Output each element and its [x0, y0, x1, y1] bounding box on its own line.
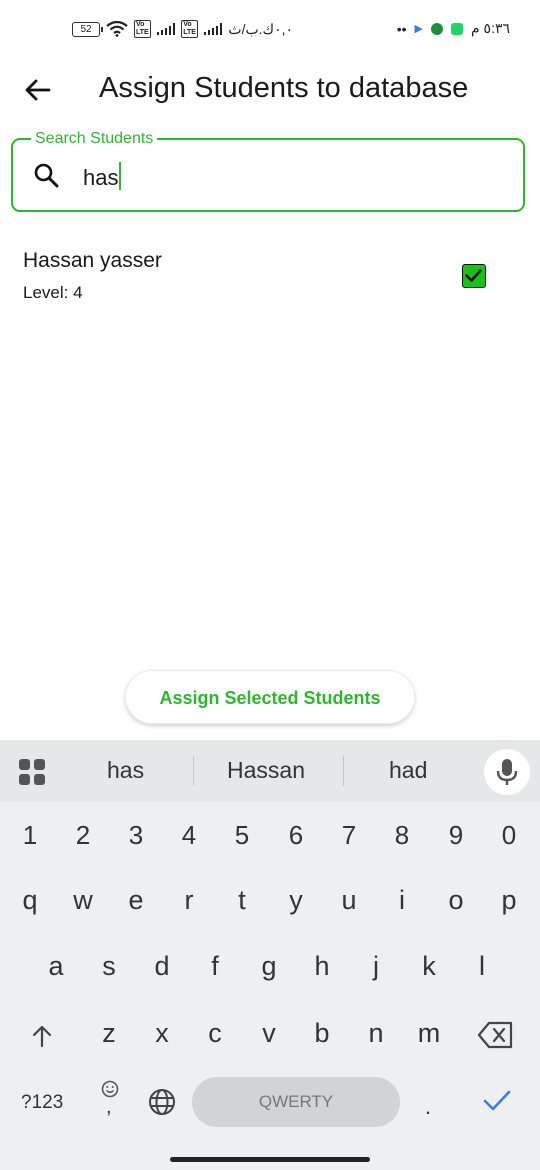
- key-2[interactable]: 2: [58, 820, 108, 851]
- navigation-handle[interactable]: [170, 1157, 370, 1162]
- key-d[interactable]: d: [137, 951, 187, 982]
- shift-icon[interactable]: [27, 1021, 57, 1051]
- key-i[interactable]: i: [377, 885, 427, 916]
- network-speed: ٠,٠ك.ب/ث: [228, 20, 294, 37]
- key-b[interactable]: b: [297, 1018, 347, 1049]
- key-8[interactable]: 8: [377, 820, 427, 851]
- letter-row-1: q w e r t y u i o p: [0, 871, 540, 931]
- key-j[interactable]: j: [351, 951, 401, 982]
- key-n[interactable]: n: [351, 1018, 401, 1049]
- search-input[interactable]: Search Students has: [11, 130, 525, 212]
- comma-key[interactable]: ,: [106, 1096, 112, 1119]
- key-x[interactable]: x: [137, 1018, 187, 1049]
- key-1[interactable]: 1: [5, 820, 55, 851]
- suggestion-divider: [343, 756, 344, 786]
- student-checkbox[interactable]: [462, 264, 486, 288]
- key-t[interactable]: t: [217, 885, 267, 916]
- key-6[interactable]: 6: [271, 820, 321, 851]
- key-w[interactable]: w: [58, 885, 108, 916]
- suggestion-bar: has Hassan had: [0, 740, 540, 802]
- key-f[interactable]: f: [190, 951, 240, 982]
- key-c[interactable]: c: [190, 1018, 240, 1049]
- key-0[interactable]: 0: [484, 820, 534, 851]
- key-5[interactable]: 5: [217, 820, 267, 851]
- list-item[interactable]: Hassan yasser Level: 4: [0, 240, 540, 320]
- period-key[interactable]: .: [425, 1094, 431, 1120]
- student-name: Hassan yasser: [23, 249, 162, 272]
- volte-icon: Vo LTE: [134, 20, 151, 38]
- key-v[interactable]: v: [244, 1018, 294, 1049]
- key-s[interactable]: s: [84, 951, 134, 982]
- volte-icon: Vo LTE: [181, 20, 198, 38]
- arrow-left-icon[interactable]: [22, 74, 54, 106]
- app-notification-icon: [430, 22, 443, 35]
- signal-icon: [203, 23, 223, 35]
- whatsapp-icon: [450, 22, 463, 35]
- key-r[interactable]: r: [164, 885, 214, 916]
- key-y[interactable]: y: [271, 885, 321, 916]
- assign-selected-button[interactable]: Assign Selected Students: [125, 670, 415, 724]
- keyboard-apps-icon[interactable]: [18, 758, 46, 786]
- key-z[interactable]: z: [84, 1018, 134, 1049]
- wifi-icon: [106, 21, 128, 37]
- signal-icon: [156, 23, 176, 35]
- key-u[interactable]: u: [324, 885, 374, 916]
- suggestion-divider: [193, 756, 194, 786]
- key-k[interactable]: k: [404, 951, 454, 982]
- text-cursor: [119, 162, 122, 190]
- suggestion-3[interactable]: had: [389, 757, 427, 784]
- page-title: Assign Students to database: [99, 72, 469, 104]
- battery-icon: 52: [72, 21, 103, 37]
- search-icon: [34, 163, 59, 188]
- key-4[interactable]: 4: [164, 820, 214, 851]
- letter-row-2: a s d f g h j k l: [0, 937, 540, 997]
- key-m[interactable]: m: [404, 1018, 454, 1049]
- on-screen-keyboard: has Hassan had 1 2 3 4 5 6 7 8 9 0 q w e…: [0, 740, 540, 1170]
- globe-icon[interactable]: [148, 1088, 176, 1116]
- backspace-icon[interactable]: [477, 1020, 515, 1050]
- clock: ٥:٣٦ م: [470, 20, 510, 36]
- key-p[interactable]: p: [484, 885, 534, 916]
- suggestion-1[interactable]: has: [107, 757, 144, 784]
- suggestion-2[interactable]: Hassan: [227, 757, 305, 784]
- mic-button[interactable]: [484, 749, 530, 795]
- key-a[interactable]: a: [31, 951, 81, 982]
- app-bar: Assign Students to database: [0, 62, 540, 118]
- key-o[interactable]: o: [431, 885, 481, 916]
- key-q[interactable]: q: [5, 885, 55, 916]
- key-g[interactable]: g: [244, 951, 294, 982]
- letter-row-3: z x c v b n m: [0, 1004, 540, 1064]
- search-label: Search Students: [31, 130, 158, 148]
- key-h[interactable]: h: [297, 951, 347, 982]
- key-l[interactable]: l: [457, 951, 507, 982]
- student-level: Level: 4: [23, 283, 83, 302]
- check-icon: [465, 269, 482, 282]
- key-e[interactable]: e: [111, 885, 161, 916]
- key-9[interactable]: 9: [431, 820, 481, 851]
- space-key[interactable]: QWERTY: [192, 1077, 400, 1127]
- check-enter-icon[interactable]: [482, 1086, 512, 1116]
- key-3[interactable]: 3: [111, 820, 161, 851]
- status-bar: 52 Vo LTE Vo LTE ٠,٠ك.ب/ث •• ▶ ٥:٣٦ م: [0, 0, 540, 62]
- play-store-icon: ▶: [414, 23, 423, 35]
- symbols-key[interactable]: ?123: [21, 1092, 63, 1114]
- more-notifications-icon: ••: [396, 20, 407, 37]
- number-row: 1 2 3 4 5 6 7 8 9 0: [0, 806, 540, 866]
- search-value: has: [83, 165, 119, 190]
- key-7[interactable]: 7: [324, 820, 374, 851]
- mic-icon: [496, 759, 518, 785]
